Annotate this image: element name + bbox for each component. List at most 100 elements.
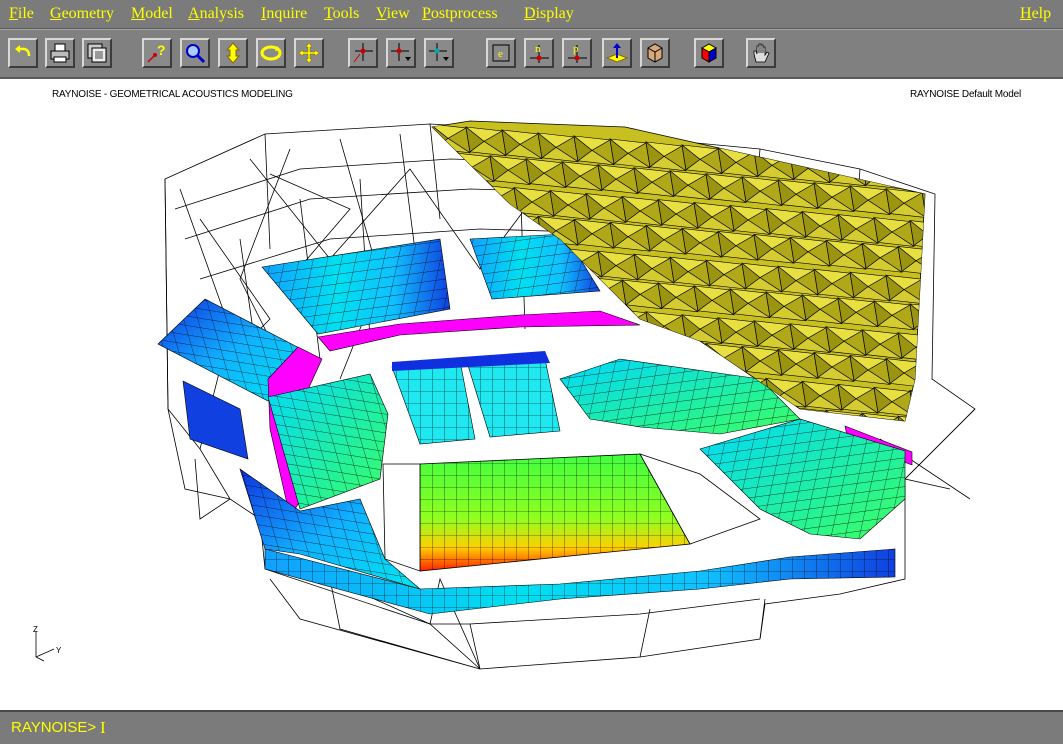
ceiling-facet	[926, 376, 962, 390]
ceiling-facet	[970, 422, 988, 447]
svg-text:e: e	[498, 48, 503, 60]
hand-button[interactable]	[746, 38, 776, 68]
axis-triad	[35, 631, 55, 662]
ceiling-facet	[964, 311, 986, 336]
menu-tools[interactable]: Tools	[324, 5, 359, 23]
menu-display[interactable]: Display	[524, 5, 574, 23]
ceiling-facet	[952, 253, 974, 278]
ceiling-facet	[940, 196, 962, 221]
ceiling-facet	[921, 277, 925, 293]
ceiling-facet	[962, 379, 998, 393]
ceiling-facet	[879, 416, 903, 421]
ceiling-facet	[934, 336, 952, 361]
ceiling-facet	[958, 365, 994, 379]
ceiling-facet	[928, 308, 950, 333]
ceiling-facet	[958, 365, 976, 390]
ceiling-facet	[561, 330, 581, 357]
menu-inquire[interactable]: Inquire	[261, 5, 307, 23]
menu-model[interactable]: Model	[131, 5, 173, 23]
ceiling-facet	[938, 264, 974, 278]
ceiling-facet	[976, 369, 998, 394]
menu-bar: File Geometry Model Analysis Inquire Too…	[0, 0, 1063, 29]
svg-text:n: n	[535, 43, 541, 55]
point-label-button[interactable]: p	[562, 38, 592, 68]
hidden-surface-button[interactable]	[640, 38, 670, 68]
ceiling-facet	[913, 318, 925, 334]
ceiling-facet	[465, 209, 503, 226]
ceiling-facet	[913, 404, 925, 420]
ceiling-facet	[909, 389, 925, 416]
copy-window-button[interactable]	[82, 38, 112, 68]
ceiling-facet	[525, 327, 545, 354]
ceiling-facet	[964, 397, 986, 422]
svg-text:?: ?	[157, 42, 166, 58]
ceiling-facet	[825, 156, 863, 172]
ceiling-facet	[970, 422, 1006, 436]
ceiling-facet	[921, 277, 925, 304]
node-label-button[interactable]: n	[524, 38, 554, 68]
ceiling-facet	[469, 224, 507, 240]
menu-help[interactable]: Help	[1020, 5, 1051, 23]
ceiling-facet	[561, 331, 599, 347]
ceiling-facet	[633, 337, 671, 353]
ceiling-facet	[928, 225, 950, 250]
stage-left-wall	[382, 463, 421, 572]
rotate-button[interactable]	[218, 38, 248, 68]
ceiling-facet	[940, 282, 962, 307]
zoom-button[interactable]	[180, 38, 210, 68]
normal-vector-button[interactable]	[602, 38, 632, 68]
menu-geometry[interactable]: Geometry	[50, 5, 114, 23]
ceiling-facet	[902, 431, 938, 445]
ceiling-facet	[651, 341, 675, 368]
ceiling-facet	[441, 180, 461, 207]
ceiling-facet	[915, 419, 925, 421]
ceiling-facet	[915, 166, 925, 193]
ceiling-facet	[445, 195, 483, 211]
svg-text:p: p	[573, 43, 579, 55]
ceiling-facet	[946, 393, 964, 418]
toolbar: ? e n p	[0, 29, 1063, 79]
pick-element-button[interactable]	[386, 38, 416, 68]
print-button[interactable]	[45, 38, 75, 68]
concert-hall-model[interactable]: Z Y	[0, 79, 1063, 710]
shaded-cube-button[interactable]	[694, 38, 724, 68]
ceiling-facet	[465, 209, 485, 236]
ceiling-facet	[861, 159, 899, 175]
pan-button[interactable]	[294, 38, 324, 68]
ceiling-facet	[897, 415, 917, 421]
ceiling-facet	[946, 307, 964, 332]
ceiling-facet	[926, 206, 962, 220]
axis-y-label: Y	[56, 646, 62, 655]
left-side-box[interactable]	[182, 380, 249, 460]
menu-file[interactable]: File	[9, 5, 34, 23]
menu-analysis[interactable]: Analysis	[188, 5, 244, 23]
menu-view[interactable]: View	[376, 5, 410, 23]
ceiling-facet	[950, 321, 986, 335]
ceiling-facet	[669, 339, 689, 366]
ceiling-facet	[897, 162, 925, 178]
pick-node-button[interactable]	[348, 38, 378, 68]
menu-postprocess[interactable]: Postprocess	[422, 5, 498, 23]
ceiling-facet	[950, 408, 986, 422]
ceiling-facet	[938, 350, 974, 364]
spin-button[interactable]	[256, 38, 286, 68]
command-prompt: RAYNOISE>	[11, 719, 97, 736]
pick-face-button[interactable]	[424, 38, 454, 68]
ceiling-facet	[489, 324, 509, 351]
ceiling-facet	[633, 336, 653, 363]
ceiling-facet	[934, 419, 952, 444]
ceiling-facet	[687, 344, 711, 371]
ceiling-facet	[597, 334, 635, 350]
query-button[interactable]: ?	[142, 38, 172, 68]
ceiling-facet	[483, 213, 507, 240]
undo-button[interactable]	[8, 38, 38, 68]
ceiling-facet	[453, 238, 473, 265]
element-label-button[interactable]: e	[486, 38, 516, 68]
ceiling-facet	[934, 249, 970, 263]
ceiling-facet	[928, 394, 950, 419]
command-input[interactable]	[100, 717, 1044, 741]
graphics-viewport[interactable]: RAYNOISE - GEOMETRICAL ACOUSTICS MODELIN…	[0, 79, 1063, 710]
rear-balcony-left-mesh	[262, 239, 450, 334]
rear-tier-right-mesh	[466, 359, 560, 437]
ceiling-facet	[934, 249, 952, 274]
